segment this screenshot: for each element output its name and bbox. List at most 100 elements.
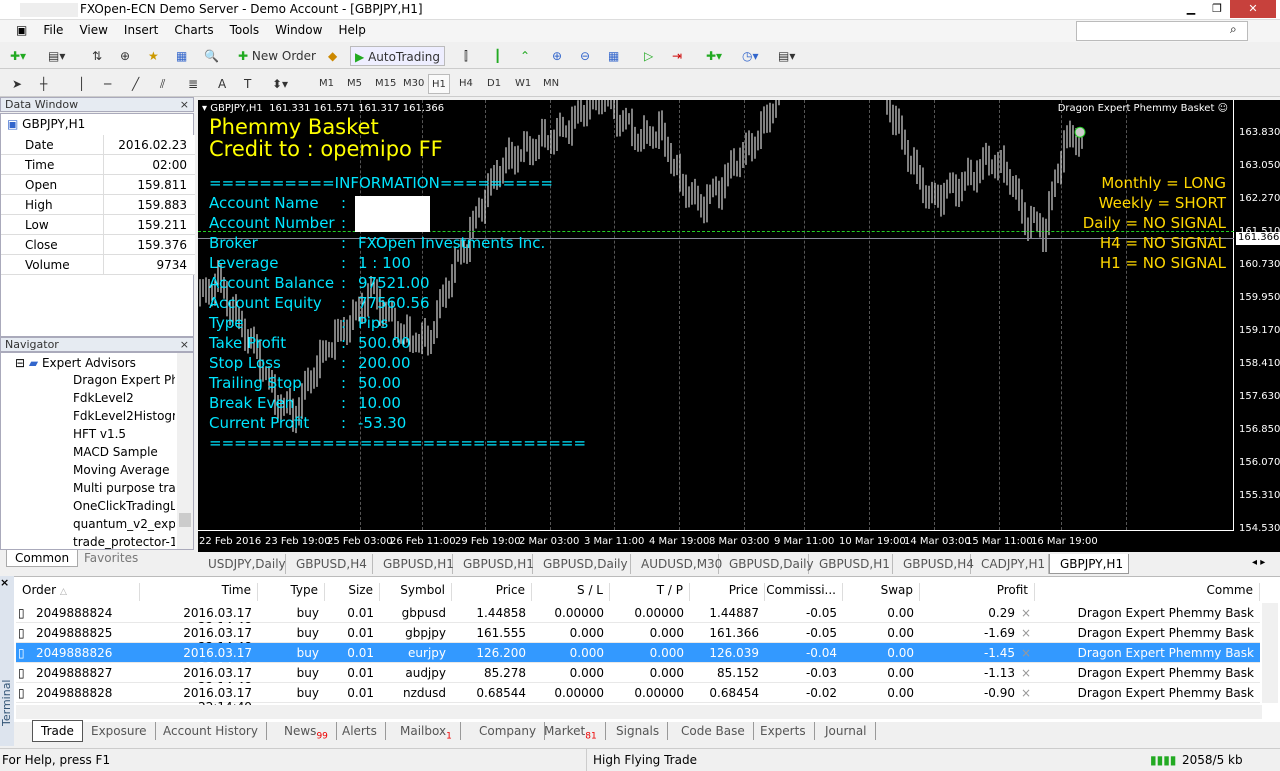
new-order-button[interactable]: ✚ New Order xyxy=(238,46,316,66)
column-header[interactable]: Time xyxy=(140,583,258,601)
minimize-button[interactable]: ▁ xyxy=(1178,0,1204,18)
terminal-icon[interactable]: ▦ xyxy=(176,46,187,66)
chart-shift-icon[interactable]: ⇥ xyxy=(672,46,682,66)
chart-tab[interactable]: GBPUSD,Daily xyxy=(533,554,631,574)
nav-expert-item[interactable]: quantum_v2_expert xyxy=(73,517,175,531)
close-button[interactable]: ✕ xyxy=(1230,0,1276,18)
timeframe-m1[interactable]: M1 xyxy=(316,74,337,94)
periods-icon[interactable]: ◷▾ xyxy=(742,46,759,66)
metaeditor-icon[interactable]: ◆ xyxy=(328,46,337,66)
order-marker[interactable] xyxy=(1074,126,1086,138)
text-icon[interactable]: A xyxy=(218,74,226,94)
column-header[interactable]: Comme xyxy=(1035,583,1260,601)
terminal-tab-mailbox[interactable]: Mailbox1 xyxy=(392,722,461,741)
nav-expert-item[interactable]: Moving Average xyxy=(73,463,175,477)
column-header[interactable]: T / P xyxy=(610,583,690,601)
search-input[interactable] xyxy=(1076,21,1248,41)
chart-tab[interactable]: GBPUSD,H1 xyxy=(453,554,534,574)
terminal-tab-company[interactable]: Company xyxy=(471,722,546,740)
chart-tab[interactable]: GBPUSD,H4 xyxy=(286,554,373,574)
autoscroll-icon[interactable]: ▷ xyxy=(644,46,653,66)
tile-windows-icon[interactable]: ▦ xyxy=(608,46,619,66)
terminal-tab-account-history[interactable]: Account History xyxy=(155,722,267,740)
navigator-icon[interactable]: ★ xyxy=(148,46,159,66)
close-order-icon[interactable]: × xyxy=(1021,686,1031,700)
nav-expert-item[interactable]: FdkLevel2 xyxy=(73,391,175,405)
bar-chart-icon[interactable]: ⫿ xyxy=(464,46,468,66)
column-header[interactable]: Price xyxy=(690,583,765,601)
new-chart-icon[interactable]: ✚▾ xyxy=(10,46,26,66)
timeframe-m30[interactable]: M30 xyxy=(400,74,427,94)
expert-label[interactable]: Dragon Expert Phemmy Basket ☺ xyxy=(1058,103,1228,114)
chart-tab[interactable]: GBPUSD,H1 xyxy=(373,554,454,574)
tab-scroll-arrows[interactable]: ◂ ▸ xyxy=(1252,557,1265,568)
terminal-tab-exposure[interactable]: Exposure xyxy=(83,722,156,740)
indicators-icon[interactable]: ✚▾ xyxy=(706,46,722,66)
equidistant-channel-icon[interactable]: ⫽ xyxy=(160,74,165,94)
data-window-icon[interactable]: ⊕ xyxy=(120,46,130,66)
nav-root-expert-advisors[interactable]: ⊟ ▰ Expert Advisors xyxy=(15,356,136,370)
nav-expert-item[interactable]: OneClickTradingLevels xyxy=(73,499,175,513)
strategy-tester-icon[interactable]: 🔍 xyxy=(204,46,219,66)
column-header[interactable]: S / L xyxy=(532,583,610,601)
chart-tab[interactable]: USDJPY,Daily xyxy=(198,554,286,574)
terminal-tab-trade[interactable]: Trade xyxy=(32,720,83,742)
column-header[interactable]: Profit xyxy=(920,583,1035,601)
timeframe-mn[interactable]: MN xyxy=(540,74,562,94)
close-icon[interactable]: × xyxy=(180,98,189,111)
nav-expert-item[interactable]: Multi purpose trade xyxy=(73,481,175,495)
timeframe-h4[interactable]: H4 xyxy=(456,74,476,94)
restore-button[interactable]: ❐ xyxy=(1204,0,1230,18)
zoom-out-icon[interactable]: ⊖ xyxy=(580,46,590,66)
chart-tab[interactable]: GBPUSD,Daily xyxy=(719,554,814,574)
menu-charts[interactable]: Charts xyxy=(166,20,221,40)
menu-help[interactable]: Help xyxy=(330,20,373,40)
column-header[interactable]: Swap xyxy=(843,583,920,601)
terminal-vscroll[interactable] xyxy=(1262,603,1278,703)
chart-tab[interactable]: CADJPY,H1 xyxy=(971,554,1049,574)
column-header[interactable]: Symbol xyxy=(380,583,452,601)
timeframe-w1[interactable]: W1 xyxy=(512,74,534,94)
nav-expert-item[interactable]: trade_protector-1.2 xyxy=(73,535,175,549)
cursor-icon[interactable]: ➤ xyxy=(12,74,22,94)
candlestick-icon[interactable]: ┃ xyxy=(494,46,501,66)
navigator-scrollbar[interactable] xyxy=(177,353,193,549)
terminal-hscroll[interactable] xyxy=(16,705,1262,719)
menu-tools[interactable]: Tools xyxy=(222,20,268,40)
autotrading-button[interactable]: ▶ AutoTrading xyxy=(350,46,445,66)
menu-file[interactable]: File xyxy=(35,20,71,40)
terminal-tab-experts[interactable]: Experts xyxy=(752,722,815,740)
menu-window[interactable]: Window xyxy=(267,20,330,40)
chart-tab[interactable]: GBPUSD,H4 xyxy=(893,554,974,574)
nav-expert-item[interactable]: HFT v1.5 xyxy=(73,427,175,441)
column-header[interactable]: Commissi... xyxy=(765,583,843,601)
timeframe-h1[interactable]: H1 xyxy=(428,74,450,94)
close-icon[interactable]: × xyxy=(180,338,189,351)
table-row[interactable]: ▯20498888272016.03.17 22:14:48buy0.01aud… xyxy=(16,663,1260,694)
price-chart[interactable]: ▾ GBPJPY,H1 161.331 161.571 161.317 161.… xyxy=(198,100,1280,552)
nav-expert-item[interactable]: FdkLevel2Histogram xyxy=(73,409,175,423)
table-row[interactable]: ▯20498888282016.03.17 22:14:49buy0.01nzd… xyxy=(16,683,1260,714)
terminal-tab-signals[interactable]: Signals xyxy=(608,722,669,740)
table-row[interactable]: ▯20498888262016.03.17 22:14:48buy0.01eur… xyxy=(16,643,1260,674)
table-row[interactable]: ▯20498888242016.03.17 22:14:48buy0.01gbp… xyxy=(16,603,1260,634)
search-icon[interactable]: ⌕ xyxy=(1230,22,1237,37)
column-header[interactable]: Type xyxy=(258,583,325,601)
close-order-icon[interactable]: × xyxy=(1021,646,1031,660)
terminal-tab-news[interactable]: News99 xyxy=(276,722,337,741)
vertical-line-icon[interactable]: │ xyxy=(78,74,85,94)
tab-common[interactable]: Common xyxy=(6,550,79,567)
horizontal-line-icon[interactable]: ─ xyxy=(104,74,111,94)
fibonacci-icon[interactable]: ≣ xyxy=(188,74,198,94)
templates-icon[interactable]: ▤▾ xyxy=(778,46,795,66)
app-icon[interactable]: ▣ xyxy=(8,20,35,40)
close-order-icon[interactable]: × xyxy=(1021,666,1031,680)
terminal-tab-market[interactable]: Market81 xyxy=(536,722,606,741)
arrows-icon[interactable]: ⬍▾ xyxy=(272,74,288,94)
zoom-in-icon[interactable]: ⊕ xyxy=(552,46,562,66)
nav-expert-item[interactable]: Dragon Expert Phemmy Basket xyxy=(73,373,175,387)
text-label-icon[interactable]: T xyxy=(244,74,251,94)
trendline-icon[interactable]: ╱ xyxy=(132,74,139,94)
menu-insert[interactable]: Insert xyxy=(116,20,166,40)
timeframe-m15[interactable]: M15 xyxy=(372,74,399,94)
